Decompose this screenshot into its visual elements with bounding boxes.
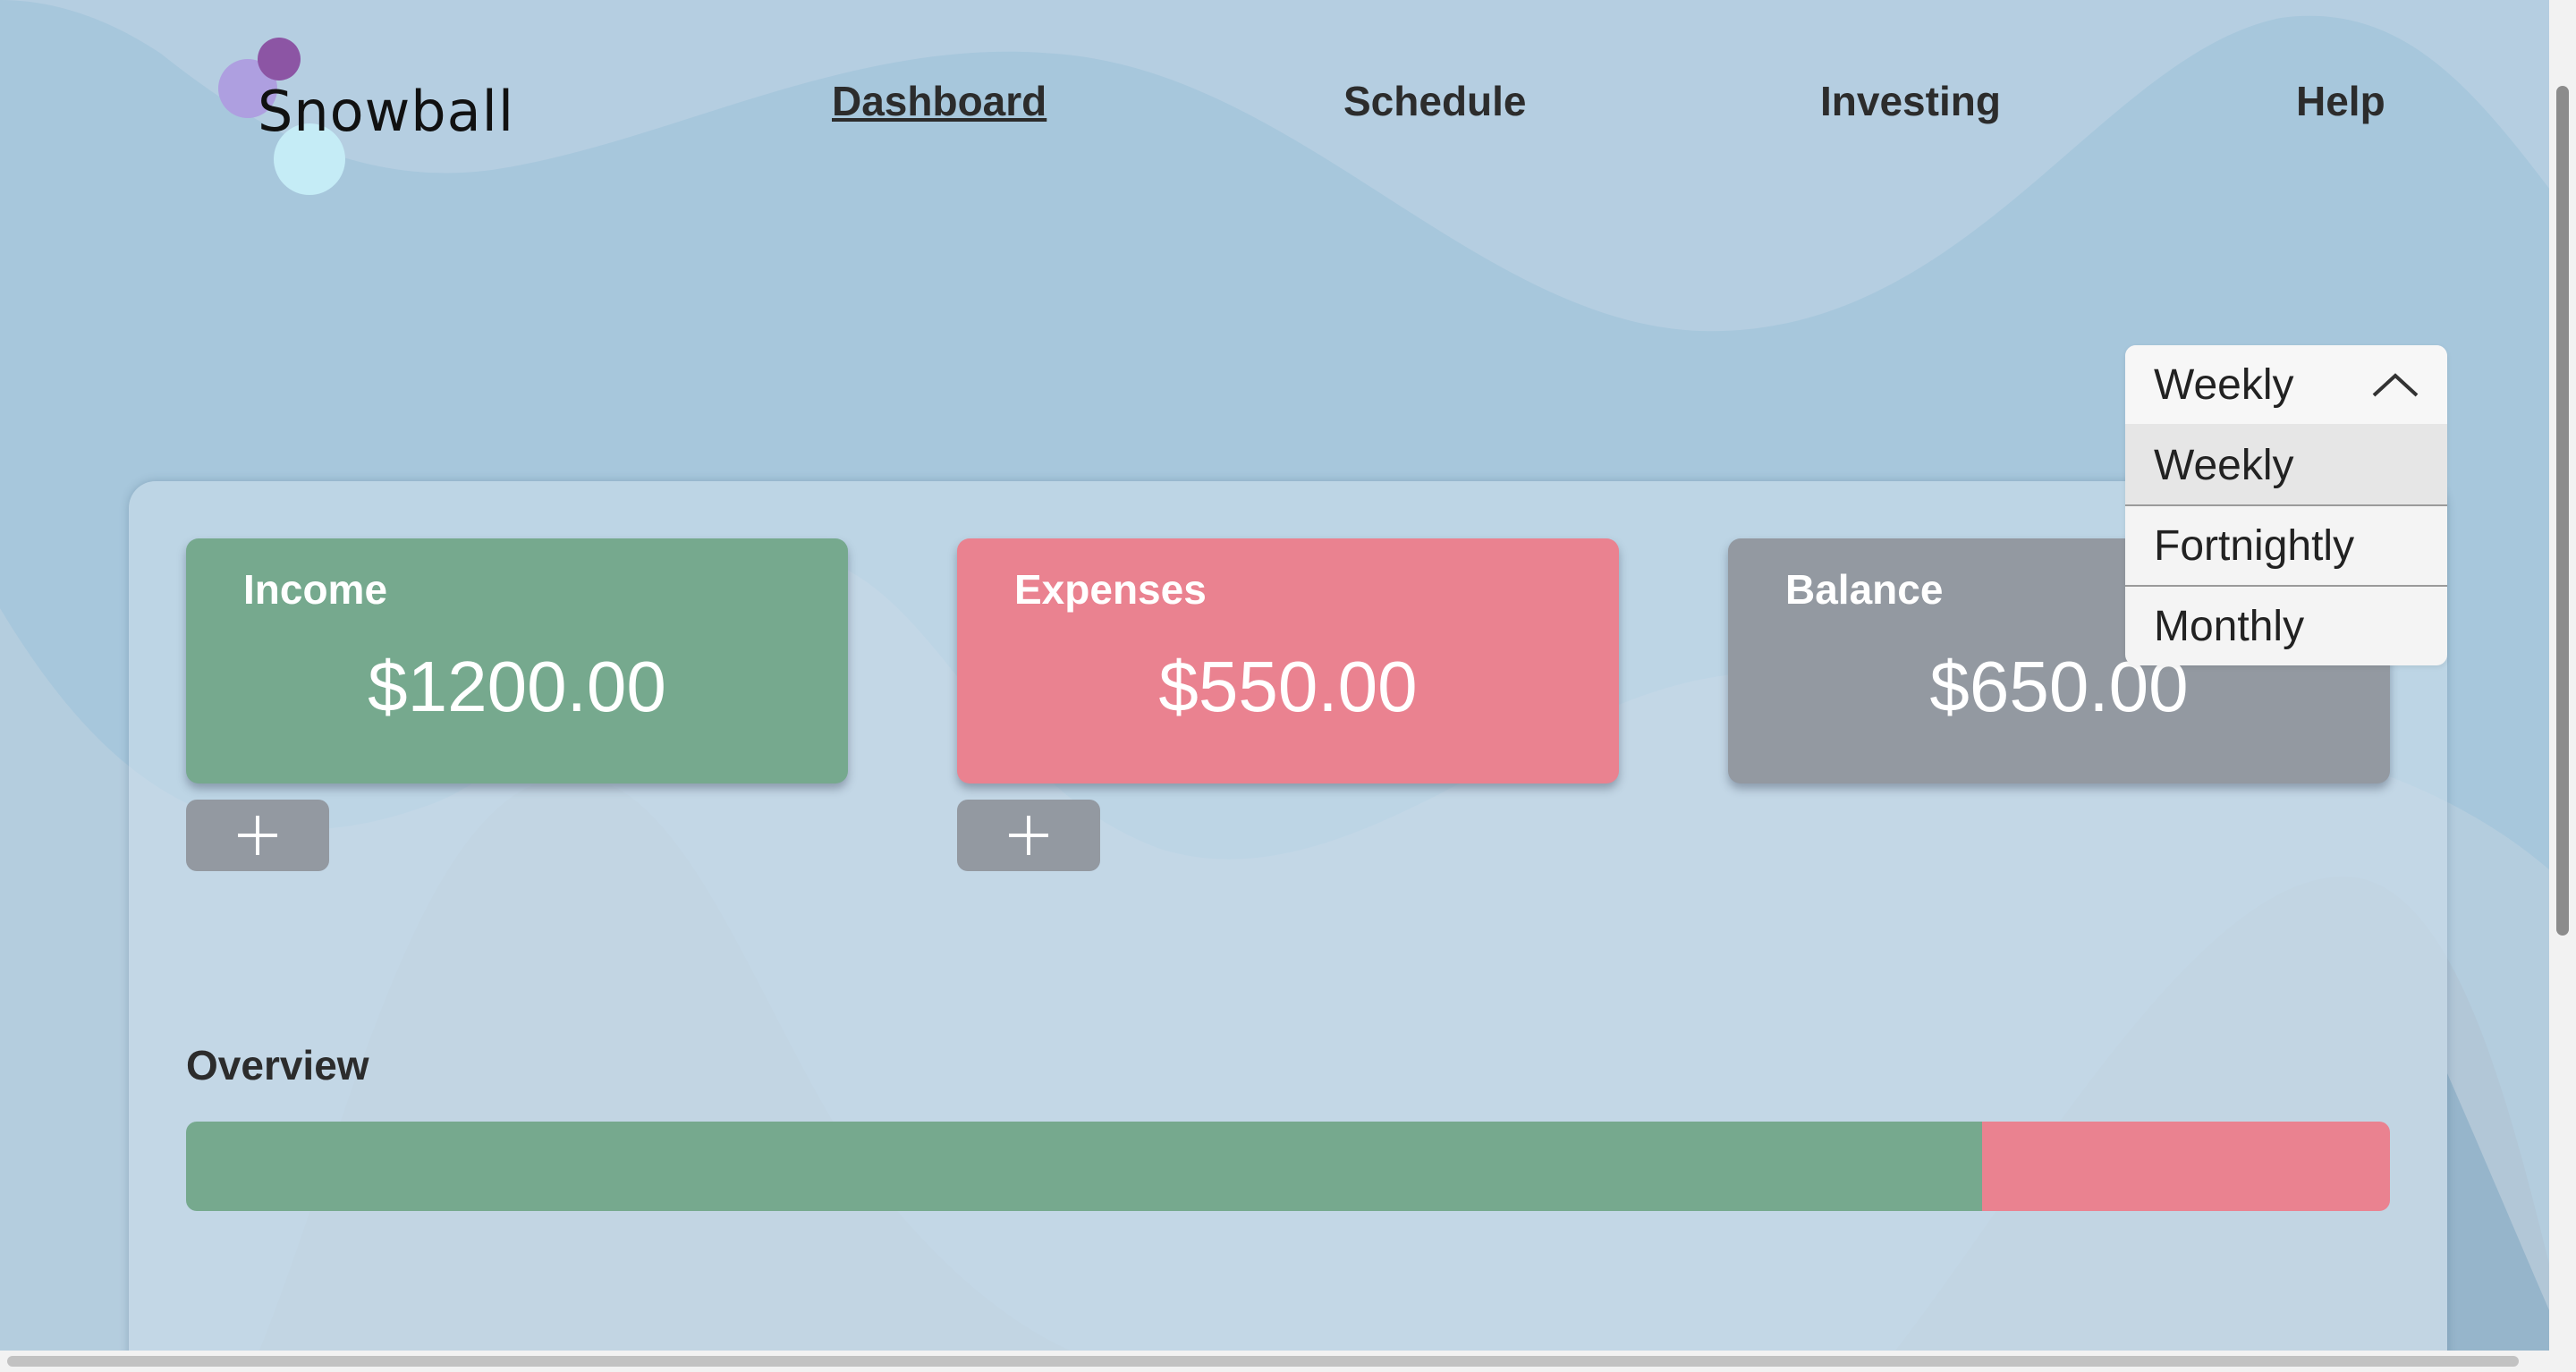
logo-circle-purple	[258, 38, 301, 80]
period-option-weekly[interactable]: Weekly	[2125, 424, 2447, 504]
period-select-current[interactable]: Weekly	[2125, 345, 2447, 424]
expenses-title: Expenses	[1014, 566, 1207, 613]
plus-icon	[1009, 816, 1048, 855]
nav-investing-link[interactable]: Investing	[1820, 77, 2001, 125]
overview-heading: Overview	[186, 1042, 369, 1088]
overview-expenses-segment	[1981, 1122, 2390, 1211]
horizontal-scroll-thumb[interactable]	[7, 1356, 2519, 1367]
add-expense-button[interactable]	[957, 800, 1100, 871]
vertical-scrollbar[interactable]	[2549, 0, 2576, 1372]
nav-help-link[interactable]: Help	[2296, 77, 2385, 125]
nav-dashboard-link[interactable]: Dashboard	[832, 77, 1046, 125]
income-card: Income $1200.00	[186, 538, 848, 783]
brand-name: Snowball	[258, 79, 515, 144]
vertical-scroll-thumb[interactable]	[2556, 86, 2569, 936]
nav-schedule-link[interactable]: Schedule	[1343, 77, 1527, 125]
income-amount: $1200.00	[368, 647, 666, 726]
period-option-monthly[interactable]: Monthly	[2125, 585, 2447, 665]
snowball-logo[interactable]: Snowball	[215, 34, 513, 195]
overview-bar	[186, 1122, 2390, 1211]
plus-icon	[238, 816, 277, 855]
period-option-fortnightly[interactable]: Fortnightly	[2125, 504, 2447, 585]
overview-income-segment	[186, 1122, 1982, 1211]
expenses-amount: $550.00	[1158, 647, 1418, 726]
add-income-button[interactable]	[186, 800, 329, 871]
income-title: Income	[243, 566, 388, 613]
chevron-up-icon	[2372, 373, 2419, 397]
period-select[interactable]: Weekly Weekly Fortnightly Monthly	[2125, 345, 2447, 665]
horizontal-scrollbar[interactable]	[0, 1351, 2576, 1372]
balance-title: Balance	[1785, 566, 1944, 613]
expenses-card: Expenses $550.00	[957, 538, 1619, 783]
period-select-value: Weekly	[2154, 360, 2294, 409]
